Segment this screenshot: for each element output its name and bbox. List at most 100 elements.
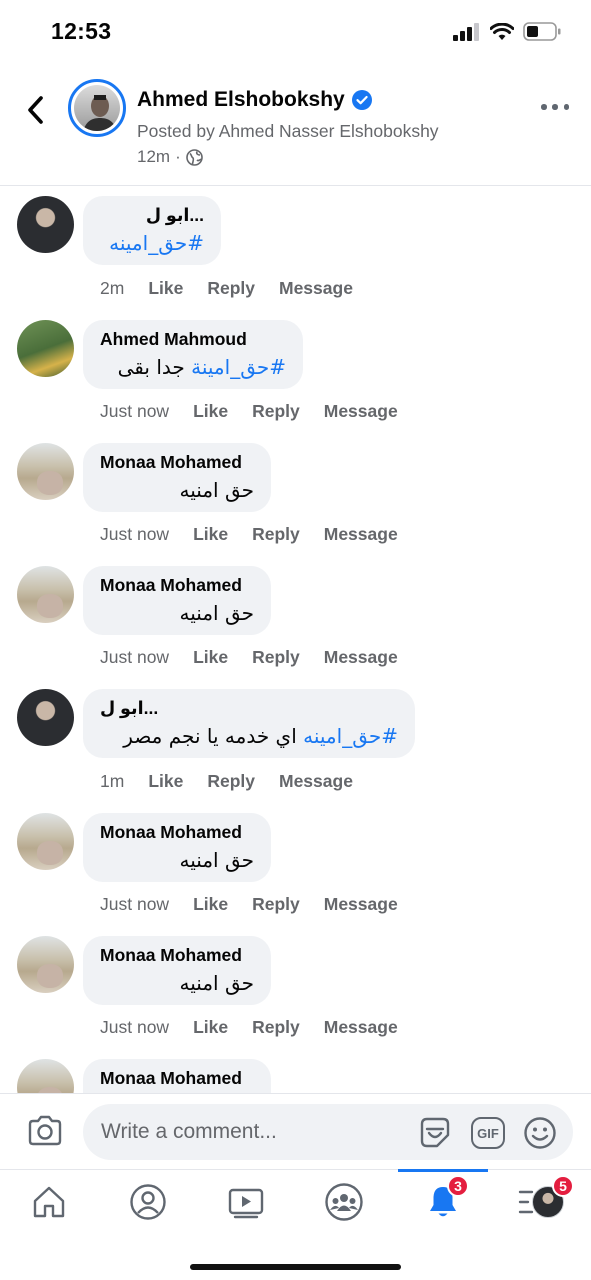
gif-button[interactable]: GIF [471, 1117, 505, 1149]
comment-text: #حق_امينه [100, 231, 204, 255]
like-button[interactable]: Like [148, 771, 183, 792]
like-button[interactable]: Like [193, 401, 228, 422]
menu-badge: 5 [552, 1175, 574, 1197]
comment-text: حق امنيه [179, 848, 254, 872]
gif-label: GIF [477, 1125, 499, 1141]
hashtag-link[interactable]: #حق_امينة [191, 355, 286, 379]
reply-button[interactable]: Reply [207, 771, 255, 792]
message-button[interactable]: Message [279, 278, 353, 299]
comment-bubble[interactable]: ابو ل... #حق_امينه اي خدمه يا نجم مصر [83, 689, 415, 758]
comment-bubble[interactable]: Ahmed Mahmoud #حق_امينة جدا بقى [83, 320, 303, 389]
commenter-avatar[interactable] [17, 196, 74, 253]
reply-button[interactable]: Reply [207, 278, 255, 299]
comment-bubble[interactable]: ابو ل... #حق_امينه [83, 196, 221, 265]
commenter-avatar[interactable] [17, 566, 74, 623]
like-button[interactable]: Like [148, 278, 183, 299]
comment-author[interactable]: Monaa Mohamed [100, 452, 254, 473]
comment-author[interactable]: Monaa Mohamed [100, 945, 254, 966]
hashtag-link[interactable]: #حق_امينه [109, 231, 204, 255]
comment-time[interactable]: Just now [100, 401, 169, 422]
comment-item: Ahmed Mahmoud #حق_امينة جدا بقى Just now… [0, 311, 591, 431]
author-name[interactable]: Ahmed Elshobokshy [137, 88, 345, 112]
nav-video[interactable] [216, 1180, 276, 1224]
video-icon [228, 1188, 264, 1219]
nav-home[interactable] [19, 1180, 79, 1224]
comment-plain-text: جدا بقى [117, 355, 185, 379]
chevron-left-icon [28, 96, 43, 124]
post-time[interactable]: 12m [137, 147, 170, 167]
nav-menu[interactable]: 5 [514, 1175, 574, 1224]
reply-button[interactable]: Reply [252, 401, 300, 422]
comment-actions: Just now Like Reply Message [100, 401, 422, 422]
author-avatar[interactable] [68, 79, 126, 137]
status-time: 12:53 [51, 18, 112, 44]
reply-button[interactable]: Reply [252, 1017, 300, 1038]
message-button[interactable]: Message [279, 771, 353, 792]
camera-icon [28, 1115, 62, 1146]
comment-text: #حق_امينه اي خدمه يا نجم مصر [100, 724, 398, 748]
nav-notifications[interactable]: 3 [413, 1175, 473, 1224]
comment-author[interactable]: ابو ل... [100, 698, 398, 719]
message-button[interactable]: Message [324, 401, 398, 422]
comment-author[interactable]: Ahmed Mahmoud [100, 329, 286, 350]
profile-icon [130, 1184, 166, 1220]
post-meta: 12m · [137, 147, 203, 167]
like-button[interactable]: Like [193, 1017, 228, 1038]
commenter-avatar[interactable] [17, 1059, 74, 1093]
groups-icon [325, 1183, 363, 1221]
comment-plain-text: اي خدمه يا نجم مصر [123, 724, 297, 748]
home-indicator [190, 1264, 401, 1270]
comment-time[interactable]: Just now [100, 1017, 169, 1038]
home-icon [33, 1186, 65, 1218]
comment-bubble[interactable]: Monaa Mohamed حق امنيه [83, 936, 271, 1005]
message-button[interactable]: Message [324, 524, 398, 545]
emoji-icon[interactable] [523, 1116, 557, 1150]
comment-actions: Just now Like Reply Message [100, 1017, 422, 1038]
more-options-button[interactable] [541, 100, 569, 114]
comment-text: #حق_امينة جدا بقى [100, 355, 286, 379]
dot-icon [552, 104, 558, 110]
commenter-avatar[interactable] [17, 813, 74, 870]
commenter-avatar[interactable] [17, 443, 74, 500]
comment-item: Monaa Mohamed حق امنيه Just now Like Rep… [0, 557, 591, 677]
comment-time[interactable]: Just now [100, 647, 169, 668]
person-silhouette-icon [83, 95, 117, 131]
message-button[interactable]: Message [324, 1017, 398, 1038]
comment-text: حق امنيه [179, 971, 254, 995]
commenter-avatar[interactable] [17, 689, 74, 746]
camera-button[interactable] [26, 1112, 64, 1150]
like-button[interactable]: Like [193, 647, 228, 668]
commenter-avatar[interactable] [17, 320, 74, 377]
hashtag-link[interactable]: #حق_امينه [303, 724, 398, 748]
reply-button[interactable]: Reply [252, 894, 300, 915]
posted-by[interactable]: Posted by Ahmed Nasser Elshobokshy [137, 121, 439, 142]
reply-button[interactable]: Reply [252, 524, 300, 545]
comment-bubble[interactable]: Monaa Mohamed حق امنيه [83, 566, 271, 635]
back-button[interactable] [20, 90, 50, 130]
reply-button[interactable]: Reply [252, 647, 300, 668]
like-button[interactable]: Like [193, 894, 228, 915]
comments-list[interactable]: ابو ل... #حق_امينه 2m Like Reply Message… [0, 187, 591, 1093]
comment-bubble[interactable]: Monaa Mohamed حق امنيه [83, 813, 271, 882]
nav-profile[interactable] [118, 1180, 178, 1224]
comment-author[interactable]: Monaa Mohamed [100, 1068, 254, 1089]
nav-groups[interactable] [314, 1180, 374, 1224]
message-button[interactable]: Message [324, 894, 398, 915]
comment-time[interactable]: 2m [100, 278, 124, 299]
wifi-icon [490, 22, 514, 40]
battery-icon [523, 22, 561, 41]
comment-author[interactable]: Monaa Mohamed [100, 822, 254, 843]
comment-composer: GIF [0, 1093, 591, 1169]
comment-author[interactable]: ابو ل... [100, 205, 204, 226]
comment-time[interactable]: Just now [100, 524, 169, 545]
comment-time[interactable]: Just now [100, 894, 169, 915]
sticker-icon[interactable] [417, 1115, 453, 1151]
comment-author[interactable]: Monaa Mohamed [100, 575, 254, 596]
comment-bubble[interactable]: Monaa Mohamed حق امنيه [83, 443, 271, 512]
comment-time[interactable]: 1m [100, 771, 124, 792]
commenter-avatar[interactable] [17, 936, 74, 993]
comment-bubble[interactable]: Monaa Mohamed [83, 1059, 271, 1093]
dot-icon [541, 104, 547, 110]
like-button[interactable]: Like [193, 524, 228, 545]
message-button[interactable]: Message [324, 647, 398, 668]
